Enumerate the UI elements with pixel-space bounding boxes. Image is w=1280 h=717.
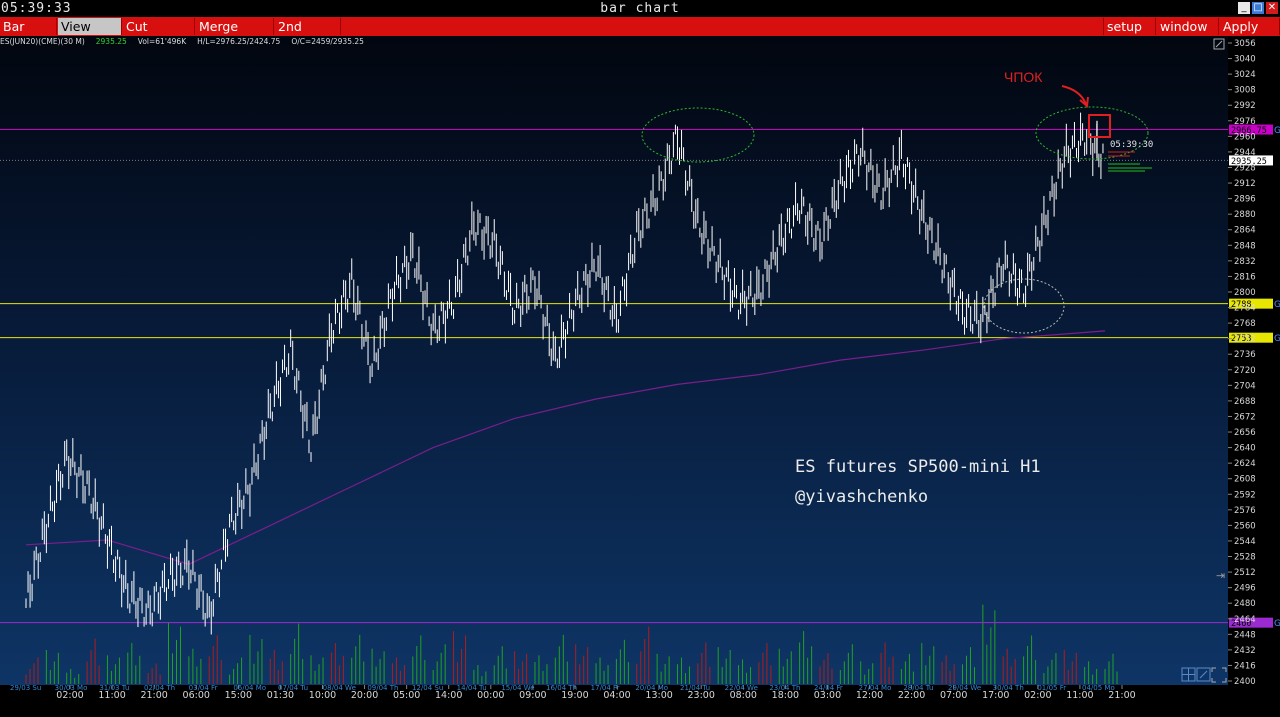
date-label: 02/04 Th [144,684,175,692]
y-tick-label: 2464 [1234,615,1256,625]
watermark-author: @yivashchenko [795,487,928,507]
date-label: 07/04 Tu [278,684,308,692]
date-label: 15/04 We [501,684,534,692]
y-tick-label: 2560 [1234,521,1256,531]
y-tick-label: 2816 [1234,272,1256,282]
open-close-label: O/C=2459/2935.25 [291,37,364,46]
date-label: 29/04 We [948,684,981,692]
date-label: 31/03 Tu [99,684,129,692]
price-level-flag: G [1274,619,1280,629]
y-tick-label: 2992 [1234,101,1256,111]
y-tick-label: 2832 [1234,257,1256,267]
y-tick-label: 2896 [1234,195,1256,205]
y-tick-label: 2800 [1234,288,1256,298]
date-label: 22/04 We [725,684,758,692]
price-chart[interactable]: 2966.75 G2935.252788 G2753 G2460 G 305630403… [0,0,1280,717]
y-tick-label: 2608 [1234,475,1256,485]
date-label: 01/05 Fr [1037,684,1066,692]
high-low-label: H/L=2976.25/2424.75 [197,37,281,46]
y-tick-label: 2400 [1234,677,1256,687]
y-tick-label: 2960 [1234,132,1256,142]
date-label: 24/04 Fr [814,684,843,692]
instrument-info: ES(JUN20)(CME)(30 M) 2935.25 Vol=61'496K H/… [0,37,375,49]
y-tick-label: 2928 [1234,163,1256,173]
y-tick-label: 2912 [1234,179,1256,189]
date-label: 08/04 We [323,684,356,692]
y-tick-label: 2752 [1234,335,1256,345]
y-tick-label: 3040 [1234,55,1256,65]
date-label: 03/04 Fr [189,684,218,692]
date-label: 30/04 Th [993,684,1024,692]
y-tick-label: 2704 [1234,381,1256,391]
y-tick-label: 2416 [1234,661,1256,671]
y-tick-label: 2544 [1234,537,1256,547]
date-label: 17/04 Fr [591,684,620,692]
symbol-label: ES(JUN20)(CME)(30 M) [0,37,85,46]
scroll-arrow-icon[interactable]: ⇥ [1216,569,1225,582]
y-tick-label: 2976 [1234,117,1256,127]
y-tick-label: 2480 [1234,599,1256,609]
watermark-title: ES futures SP500-mini H1 [795,457,1041,477]
y-tick-label: 2640 [1234,444,1256,454]
y-tick-label: 2720 [1234,366,1256,376]
y-tick-label: 2496 [1234,584,1256,594]
y-tick-label: 2448 [1234,630,1256,640]
y-tick-label: 3056 [1234,39,1256,49]
price-level-flag: G [1274,126,1280,136]
y-tick-label: 2624 [1234,459,1256,469]
date-label: 27/04 Mo [859,684,892,692]
y-tick-label: 2656 [1234,428,1256,438]
y-tick-label: 2432 [1234,646,1256,656]
y-tick-label: 2512 [1234,568,1256,578]
y-tick-label: 2672 [1234,412,1256,422]
y-tick-label: 3024 [1234,70,1256,80]
date-label: 12/04 Su [412,684,443,692]
date-label: 16/04 Th [546,684,577,692]
y-tick-label: 3008 [1234,86,1256,96]
date-label: 30/03 Mo [55,684,88,692]
date-label: 21/04 Tu [680,684,710,692]
y-tick-label: 2576 [1234,506,1256,516]
y-tick-label: 2784 [1234,304,1256,314]
y-tick-label: 2688 [1234,397,1256,407]
y-tick-label: 2944 [1234,148,1256,158]
volume-label: Vol=61'496K [137,37,187,46]
bar-timer: 05:39:30 [1110,140,1153,150]
y-tick-label: 2864 [1234,226,1256,236]
date-label: 23/04 Th [769,684,800,692]
price-level-flag: G [1274,334,1280,344]
date-label: 09/04 Th [367,684,398,692]
date-label: 29/03 Su [10,684,41,692]
callout-text: ЧПОК [1004,69,1043,85]
y-tick-label: 2848 [1234,241,1256,251]
date-label: 04/05 Mo [1082,684,1115,692]
last-price: 2935.25 [95,37,127,46]
plot-background [0,36,1228,685]
y-tick-label: 2880 [1234,210,1256,220]
y-tick-label: 2768 [1234,319,1256,329]
date-label: 20/04 Mo [635,684,668,692]
date-label: 28/04 Tu [903,684,933,692]
price-level-flag: G [1274,300,1280,310]
date-label: 06/04 Mo [233,684,266,692]
y-tick-label: 2528 [1234,553,1256,563]
y-tick-label: 2736 [1234,350,1256,360]
date-label: 14/04 Tu [457,684,487,692]
y-tick-label: 2592 [1234,490,1256,500]
